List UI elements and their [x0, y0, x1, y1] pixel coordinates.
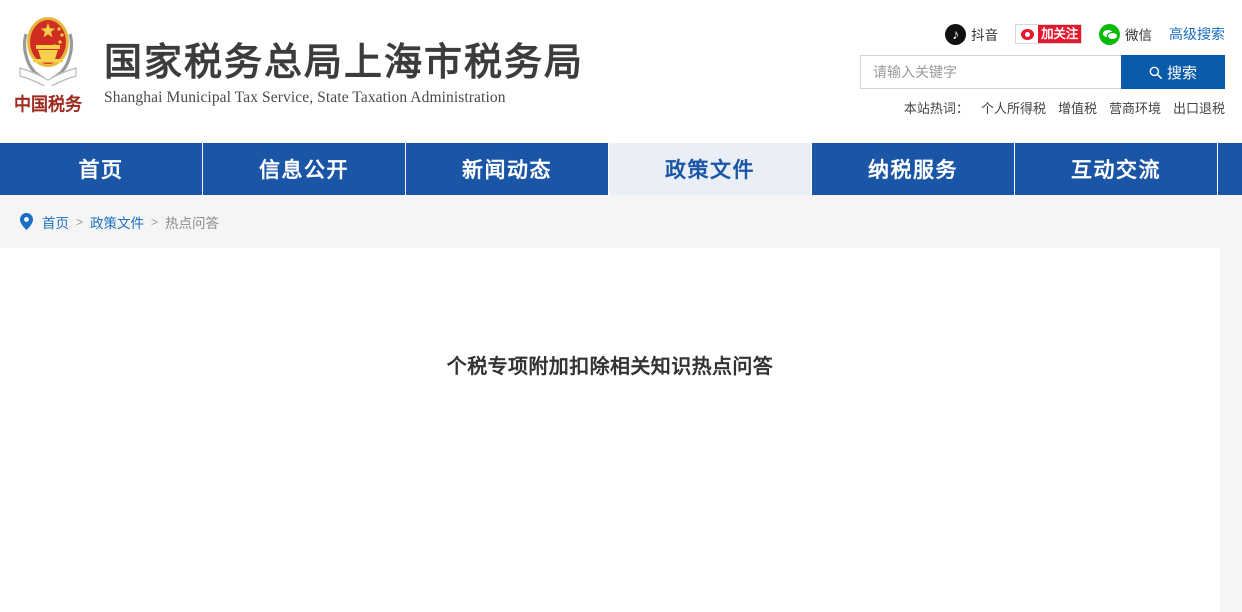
breadcrumb: 首页 > 政策文件 > 热点问答 [0, 195, 1242, 248]
wechat-label: 微信 [1125, 24, 1152, 44]
weibo-follow-label: 加关注 [1038, 25, 1081, 43]
brand-text-block: 国家税务总局上海市税务局 Shanghai Municipal Tax Serv… [104, 27, 584, 107]
hot-word-3[interactable]: 营商环境 [1109, 98, 1161, 117]
national-emblem-icon [18, 12, 78, 86]
search-button-label: 搜索 [1167, 62, 1197, 83]
breadcrumb-current: 热点问答 [165, 212, 219, 232]
main-navigation: 首页 信息公开 新闻动态 政策文件 纳税服务 互动交流 [0, 143, 1242, 195]
site-header: 中国税务 国家税务总局上海市税务局 Shanghai Municipal Tax… [0, 0, 1242, 143]
social-links-row: 抖音 加关注 微信 高级搜索 [860, 22, 1225, 46]
nav-item-news[interactable]: 新闻动态 [406, 143, 609, 195]
search-input[interactable] [860, 55, 1121, 89]
hot-words-row: 本站热词： 个人所得税 增值税 营商环境 出口退税 [860, 98, 1225, 117]
tax-emblem-logo: 中国税务 [8, 8, 88, 126]
site-brand[interactable]: 中国税务 国家税务总局上海市税务局 Shanghai Municipal Tax… [8, 8, 584, 126]
hot-word-1[interactable]: 个人所得税 [981, 98, 1046, 117]
wechat-icon [1099, 24, 1120, 45]
douyin-icon [945, 24, 966, 45]
org-name-en: Shanghai Municipal Tax Service, State Ta… [104, 89, 584, 107]
weibo-icon [1016, 25, 1038, 43]
nav-item-home[interactable]: 首页 [0, 143, 203, 195]
breadcrumb-home[interactable]: 首页 [42, 212, 69, 232]
douyin-label: 抖音 [971, 24, 998, 44]
article-panel: 个税专项附加扣除相关知识热点问答 无障碍语音播报 [0, 248, 1220, 612]
location-pin-icon [20, 213, 33, 230]
nav-item-interaction[interactable]: 互动交流 [1015, 143, 1218, 195]
search-button[interactable]: 搜索 [1121, 55, 1225, 89]
social-link-wechat[interactable]: 微信 [1099, 24, 1152, 45]
breadcrumb-separator-1: > [76, 215, 83, 229]
nav-overflow-area[interactable] [1218, 143, 1242, 195]
advanced-search-link[interactable]: 高级搜索 [1169, 24, 1225, 44]
nav-item-information-disclosure[interactable]: 信息公开 [203, 143, 406, 195]
header-utility-area: 抖音 加关注 微信 高级搜索 搜索 本站热词： [860, 22, 1225, 117]
hot-word-2[interactable]: 增值税 [1058, 98, 1097, 117]
page-title: 个税专项附加扣除相关知识热点问答 [0, 248, 1220, 379]
hot-words-label: 本站热词： [904, 98, 969, 117]
weibo-follow-button[interactable]: 加关注 [1015, 24, 1082, 44]
search-row: 搜索 [860, 55, 1225, 89]
breadcrumb-section[interactable]: 政策文件 [90, 212, 144, 232]
nav-item-tax-services[interactable]: 纳税服务 [812, 143, 1015, 195]
breadcrumb-separator-2: > [151, 215, 158, 229]
org-name-cn: 国家税务总局上海市税务局 [104, 41, 584, 85]
social-link-douyin[interactable]: 抖音 [945, 24, 998, 45]
search-icon [1149, 66, 1162, 79]
hot-word-4[interactable]: 出口退税 [1173, 98, 1225, 117]
nav-item-policy-documents[interactable]: 政策文件 [609, 143, 812, 195]
emblem-caption: 中国税务 [8, 89, 88, 116]
